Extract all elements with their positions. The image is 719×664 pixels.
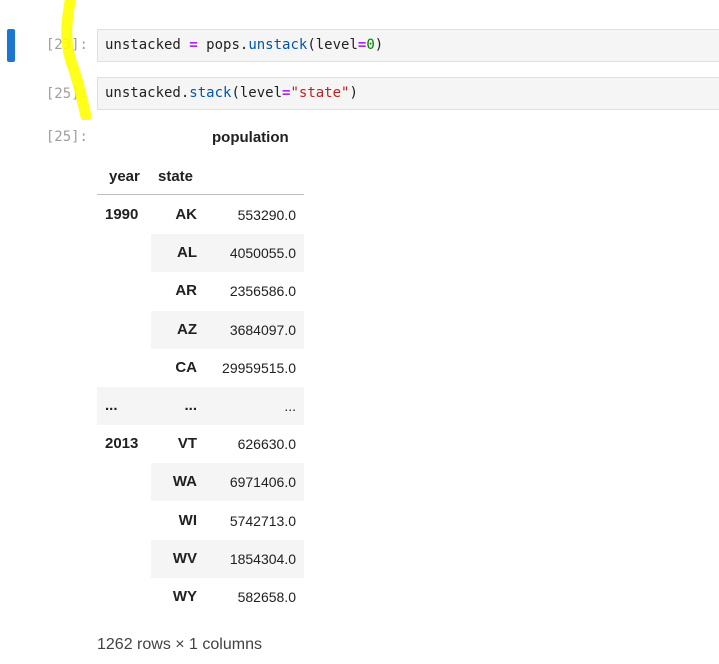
row-population: 4050055.0 — [229, 245, 296, 262]
column-header-population: population — [212, 129, 289, 146]
table-row: WI 5742713.0 — [97, 502, 304, 540]
code-token: (level — [231, 85, 283, 101]
row-year — [105, 349, 145, 387]
row-year — [105, 234, 145, 272]
code-token: = — [189, 37, 198, 53]
table-row: WV 1854304.0 — [97, 539, 304, 578]
row-year: ... — [105, 397, 118, 414]
row-population: 5742713.0 — [229, 512, 296, 529]
row-population: 626630.0 — [237, 436, 296, 453]
code-token: (level — [307, 37, 358, 53]
row-year — [105, 578, 145, 616]
code-token: unstack — [248, 37, 308, 53]
code-token: ) — [349, 85, 358, 101]
output-prompt: [25]: — [45, 129, 88, 145]
dataframe-shape-footer: 1262 rows × 1 columns — [97, 636, 262, 653]
row-population: 2356586.0 — [229, 283, 296, 300]
row-population: 582658.0 — [237, 589, 296, 605]
table-row: 2013 VT 626630.0 — [97, 425, 304, 463]
row-state: VT — [177, 435, 197, 453]
row-state: AR — [175, 282, 197, 300]
cell-1-prompt: [23]: — [45, 37, 88, 53]
row-population: 29959515.0 — [222, 359, 296, 376]
row-year — [105, 272, 145, 310]
row-state: AK — [175, 206, 197, 223]
code-token: unstacked. — [105, 85, 190, 101]
header-divider — [97, 194, 304, 195]
code-token: 0 — [366, 37, 375, 53]
cell-2-code-input[interactable]: unstacked.stack(level="state") — [97, 77, 719, 110]
table-row: 1990 AK 553290.0 — [97, 196, 304, 234]
row-population: 553290.0 — [237, 207, 296, 223]
row-state: WI — [178, 511, 197, 529]
row-population: 3684097.0 — [229, 321, 296, 338]
index-name-year: year — [109, 168, 140, 185]
table-row: WA 6971406.0 — [97, 463, 304, 502]
row-state: AZ — [177, 320, 197, 338]
row-year: 2013 — [105, 435, 139, 453]
table-row: AR 2356586.0 — [97, 272, 304, 310]
table-row: WY 582658.0 — [97, 578, 304, 616]
table-row: CA 29959515.0 — [97, 349, 304, 387]
code-token: unstacked — [105, 37, 190, 53]
row-year — [105, 311, 145, 349]
row-state: WY — [172, 588, 197, 605]
cell-2-prompt: [25]: — [45, 86, 88, 102]
row-population: 1854304.0 — [229, 550, 296, 567]
table-row: ......... — [97, 387, 304, 425]
index-name-state: state — [158, 168, 194, 185]
row-year — [105, 463, 145, 501]
code-token: stack — [189, 85, 232, 101]
notebook-page: [23]: unstacked = pops.unstack(level=0) … — [0, 0, 719, 664]
cell-1-code-input[interactable]: unstacked = pops.unstack(level=0) — [97, 29, 719, 62]
row-year — [105, 540, 145, 578]
row-population: 6971406.0 — [229, 474, 296, 491]
code-token: ) — [374, 37, 384, 53]
code-token: pops. — [197, 37, 249, 53]
row-state: ... — [184, 397, 197, 414]
table-row: AZ 3684097.0 — [97, 310, 304, 349]
row-state: WA — [172, 473, 197, 491]
row-year — [105, 502, 145, 540]
code-token: "state" — [290, 85, 350, 101]
row-state: CA — [175, 358, 197, 376]
row-state: WV — [172, 549, 197, 567]
table-row: AL 4050055.0 — [97, 234, 304, 273]
row-year: 1990 — [105, 206, 139, 223]
row-population: ... — [284, 398, 296, 414]
row-state: AL — [177, 244, 197, 262]
